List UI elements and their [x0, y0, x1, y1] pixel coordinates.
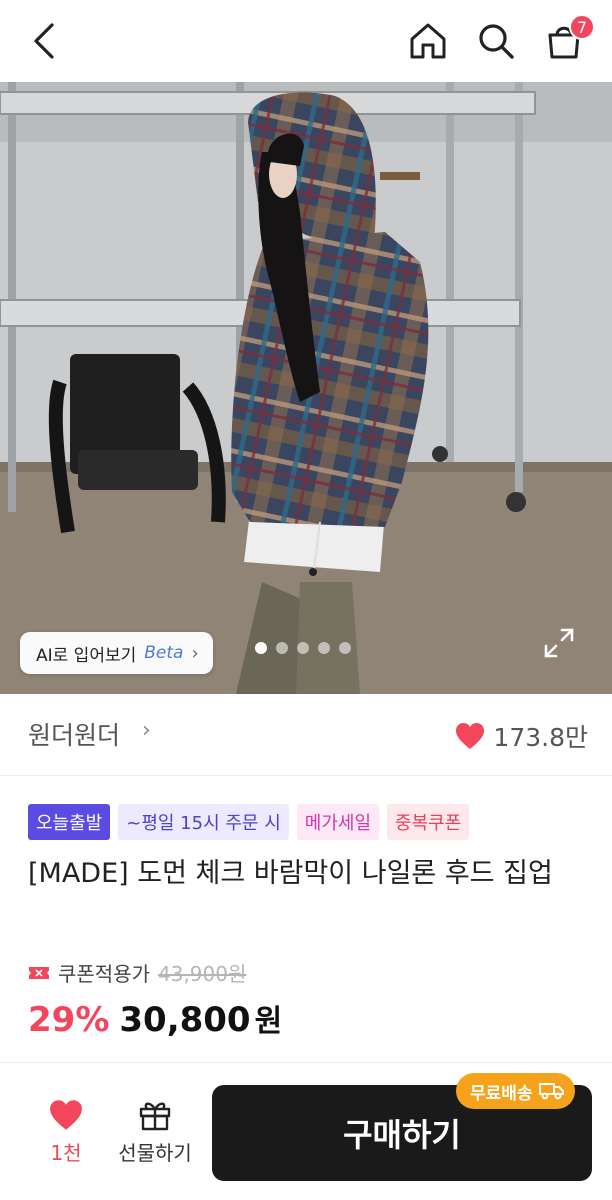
product-like-button[interactable]: 1천	[36, 1099, 96, 1179]
free-shipping-badge: 무료배송	[456, 1073, 575, 1109]
product-tags: 오늘출발 ~평일 15시 주문 시 메가세일 중복쿠폰	[28, 804, 470, 840]
seller-name-link[interactable]: 원더원더	[28, 716, 120, 752]
delivery-truck-icon	[538, 1083, 564, 1100]
gift-icon	[139, 1102, 171, 1131]
expand-icon	[544, 628, 574, 658]
home-button[interactable]	[404, 18, 452, 64]
tag-duplicate-coupon: 중복쿠폰	[387, 804, 470, 840]
seller-like-button[interactable]: 173.8만	[455, 718, 588, 754]
heart-icon	[50, 1100, 82, 1130]
free-shipping-label: 무료배송	[470, 1083, 533, 1104]
bottom-action-bar: 1천 선물하기 구매하기 무료배송	[0, 1062, 612, 1200]
price-unit: 원	[254, 1004, 283, 1039]
discount-rate: 29%	[28, 1000, 110, 1040]
product-like-count: 1천	[50, 1141, 82, 1165]
tag-today-ship: 오늘출발	[28, 804, 111, 840]
expand-image-button[interactable]	[540, 624, 578, 662]
original-price: 43,900원	[158, 962, 247, 986]
product-photo	[0, 82, 612, 694]
search-icon	[479, 24, 514, 59]
cart-count-badge: 7	[569, 14, 595, 40]
tag-order-cutoff: ~평일 15시 주문 시	[118, 804, 289, 840]
carousel-dot[interactable]	[276, 642, 288, 654]
carousel-dot[interactable]	[339, 642, 351, 654]
seller-like-count: 173.8만	[493, 723, 588, 752]
heart-icon	[456, 723, 485, 749]
top-navigation-bar: 7	[0, 0, 612, 82]
gift-button[interactable]: 선물하기	[112, 1099, 198, 1179]
sale-price: 30,800	[119, 1000, 251, 1040]
home-icon	[410, 23, 446, 59]
chevron-right-icon: ›	[142, 718, 151, 743]
coupon-icon	[29, 966, 49, 979]
ai-try-on-label: AI로 입어보기	[36, 645, 137, 666]
product-image-carousel[interactable]: AI로 입어보기 Beta ›	[0, 82, 612, 694]
carousel-pagination	[255, 642, 351, 654]
carousel-dot[interactable]	[255, 642, 267, 654]
product-title: [MADE] 도먼 체크 바람막이 나일론 후드 집업	[28, 858, 553, 889]
gift-label: 선물하기	[118, 1141, 192, 1165]
seller-row: 원더원더 › 173.8만	[0, 694, 612, 776]
chevron-right-icon: ›	[191, 642, 199, 664]
chevron-left-icon	[34, 23, 54, 59]
carousel-dot[interactable]	[297, 642, 309, 654]
coupon-price-row: 쿠폰적용가 43,900원	[28, 958, 246, 987]
back-button[interactable]	[22, 18, 66, 64]
coupon-price-label: 쿠폰적용가	[58, 962, 150, 986]
search-button[interactable]	[472, 18, 520, 64]
price-row: 29% 30,800 원	[28, 996, 282, 1040]
beta-badge: Beta	[144, 643, 184, 663]
ai-try-on-button[interactable]: AI로 입어보기 Beta ›	[20, 632, 213, 674]
carousel-dot[interactable]	[318, 642, 330, 654]
tag-mega-sale: 메가세일	[296, 804, 380, 840]
